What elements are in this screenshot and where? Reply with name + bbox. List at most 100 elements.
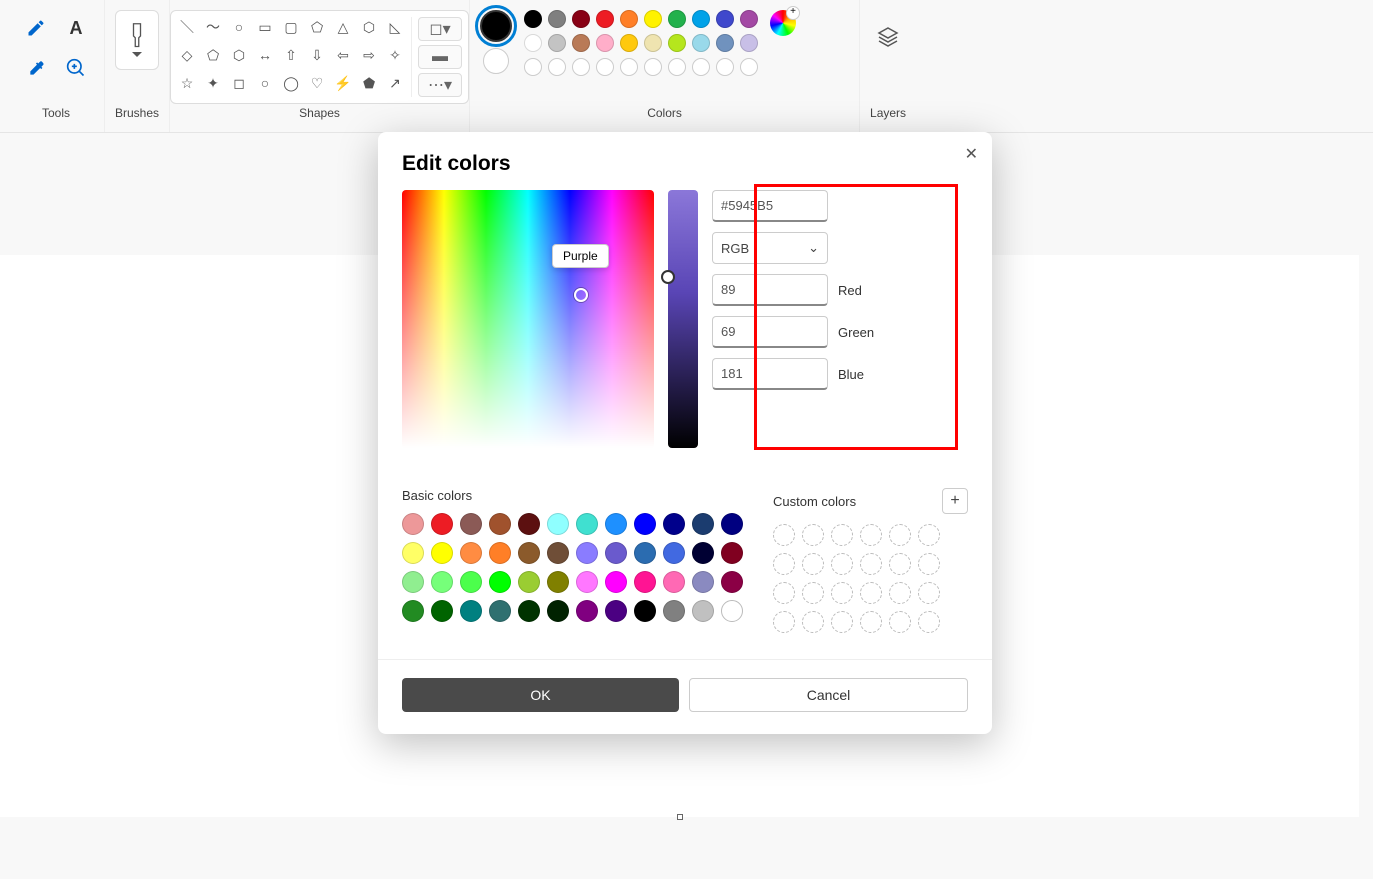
- palette-swatch[interactable]: [716, 34, 734, 52]
- custom-color-slot[interactable]: [773, 582, 795, 604]
- basic-color-swatch[interactable]: [605, 571, 627, 593]
- palette-swatch-empty[interactable]: [644, 58, 662, 76]
- palette-swatch-empty[interactable]: [524, 58, 542, 76]
- custom-color-slot[interactable]: [831, 524, 853, 546]
- basic-color-swatch[interactable]: [634, 513, 656, 535]
- custom-color-slot[interactable]: [889, 611, 911, 633]
- basic-color-swatch[interactable]: [518, 542, 540, 564]
- shapes-grid[interactable]: ＼〜○▭▢⬠△⬡◺ ◇⬠⬡↔⇧⇩⇦⇨✧ ☆✦◻○◯♡⚡⬟↗: [177, 17, 405, 97]
- basic-color-swatch[interactable]: [460, 571, 482, 593]
- palette-swatch-empty[interactable]: [668, 58, 686, 76]
- basic-color-swatch[interactable]: [460, 513, 482, 535]
- basic-color-swatch[interactable]: [721, 600, 743, 622]
- shape-fill-button[interactable]: ▬: [418, 45, 462, 69]
- palette-swatch-empty[interactable]: [716, 58, 734, 76]
- basic-color-swatch[interactable]: [489, 571, 511, 593]
- palette-swatch-empty[interactable]: [620, 58, 638, 76]
- edit-colors-button[interactable]: [770, 10, 796, 36]
- basic-color-swatch[interactable]: [692, 542, 714, 564]
- basic-color-swatch[interactable]: [605, 513, 627, 535]
- custom-color-slot[interactable]: [802, 611, 824, 633]
- eyedropper-tool[interactable]: [18, 50, 54, 86]
- magnify-tool[interactable]: [58, 50, 94, 86]
- palette-swatch-empty[interactable]: [596, 58, 614, 76]
- basic-color-swatch[interactable]: [721, 542, 743, 564]
- basic-color-swatch[interactable]: [431, 542, 453, 564]
- custom-color-slot[interactable]: [860, 524, 882, 546]
- color2-swatch[interactable]: [483, 48, 509, 74]
- basic-color-swatch[interactable]: [634, 571, 656, 593]
- color1-swatch[interactable]: [480, 10, 512, 42]
- basic-color-swatch[interactable]: [402, 542, 424, 564]
- shape-outline-button[interactable]: ◻▾: [418, 17, 462, 41]
- red-input[interactable]: [712, 274, 828, 306]
- basic-color-swatch[interactable]: [721, 571, 743, 593]
- basic-color-swatch[interactable]: [431, 571, 453, 593]
- palette-swatch-empty[interactable]: [572, 58, 590, 76]
- canvas-handle-bottom[interactable]: [677, 814, 683, 820]
- custom-color-slot[interactable]: [802, 582, 824, 604]
- palette-swatch[interactable]: [620, 34, 638, 52]
- blue-input[interactable]: [712, 358, 828, 390]
- hex-input[interactable]: [712, 190, 828, 222]
- basic-color-swatch[interactable]: [663, 600, 685, 622]
- layers-button[interactable]: [875, 24, 901, 50]
- basic-color-swatch[interactable]: [634, 600, 656, 622]
- palette-swatch-empty[interactable]: [548, 58, 566, 76]
- custom-color-slot[interactable]: [831, 582, 853, 604]
- palette-swatch[interactable]: [620, 10, 638, 28]
- basic-color-swatch[interactable]: [489, 600, 511, 622]
- basic-color-swatch[interactable]: [605, 600, 627, 622]
- palette-swatch[interactable]: [596, 34, 614, 52]
- text-tool[interactable]: A: [58, 10, 94, 46]
- custom-color-slot[interactable]: [889, 553, 911, 575]
- basic-color-swatch[interactable]: [547, 542, 569, 564]
- basic-color-swatch[interactable]: [518, 513, 540, 535]
- palette-swatch[interactable]: [524, 34, 542, 52]
- palette-swatch[interactable]: [572, 10, 590, 28]
- color-mode-select[interactable]: RGB⌄: [712, 232, 828, 264]
- palette-swatch[interactable]: [548, 34, 566, 52]
- custom-color-slot[interactable]: [773, 611, 795, 633]
- basic-color-swatch[interactable]: [547, 571, 569, 593]
- basic-color-swatch[interactable]: [692, 571, 714, 593]
- palette-swatch-empty[interactable]: [692, 58, 710, 76]
- custom-color-slot[interactable]: [918, 611, 940, 633]
- basic-color-swatch[interactable]: [402, 513, 424, 535]
- basic-color-swatch[interactable]: [547, 513, 569, 535]
- green-input[interactable]: [712, 316, 828, 348]
- basic-color-swatch[interactable]: [576, 542, 598, 564]
- palette-swatch[interactable]: [644, 10, 662, 28]
- close-icon[interactable]: ✕: [965, 144, 978, 164]
- cancel-button[interactable]: Cancel: [689, 678, 968, 712]
- palette-swatch[interactable]: [548, 10, 566, 28]
- custom-color-slot[interactable]: [889, 582, 911, 604]
- custom-color-slot[interactable]: [773, 524, 795, 546]
- custom-color-slot[interactable]: [831, 553, 853, 575]
- spectrum-cursor[interactable]: [574, 288, 588, 302]
- custom-color-slot[interactable]: [918, 553, 940, 575]
- palette-swatch-empty[interactable]: [740, 58, 758, 76]
- basic-color-swatch[interactable]: [489, 542, 511, 564]
- basic-color-swatch[interactable]: [460, 542, 482, 564]
- pencil-tool[interactable]: [18, 10, 54, 46]
- basic-color-swatch[interactable]: [431, 513, 453, 535]
- palette-swatch[interactable]: [524, 10, 542, 28]
- palette-swatch[interactable]: [716, 10, 734, 28]
- basic-color-swatch[interactable]: [431, 600, 453, 622]
- basic-color-swatch[interactable]: [692, 513, 714, 535]
- custom-color-slot[interactable]: [889, 524, 911, 546]
- palette-swatch[interactable]: [740, 34, 758, 52]
- custom-color-slot[interactable]: [831, 611, 853, 633]
- shape-more-button[interactable]: ⋯▾: [418, 73, 462, 97]
- basic-color-swatch[interactable]: [518, 571, 540, 593]
- basic-color-swatch[interactable]: [460, 600, 482, 622]
- palette-swatch[interactable]: [596, 10, 614, 28]
- lightness-slider[interactable]: [668, 190, 698, 448]
- palette-swatch[interactable]: [668, 34, 686, 52]
- custom-color-slot[interactable]: [802, 553, 824, 575]
- palette-swatch[interactable]: [572, 34, 590, 52]
- basic-color-swatch[interactable]: [518, 600, 540, 622]
- basic-color-swatch[interactable]: [663, 542, 685, 564]
- basic-color-swatch[interactable]: [692, 600, 714, 622]
